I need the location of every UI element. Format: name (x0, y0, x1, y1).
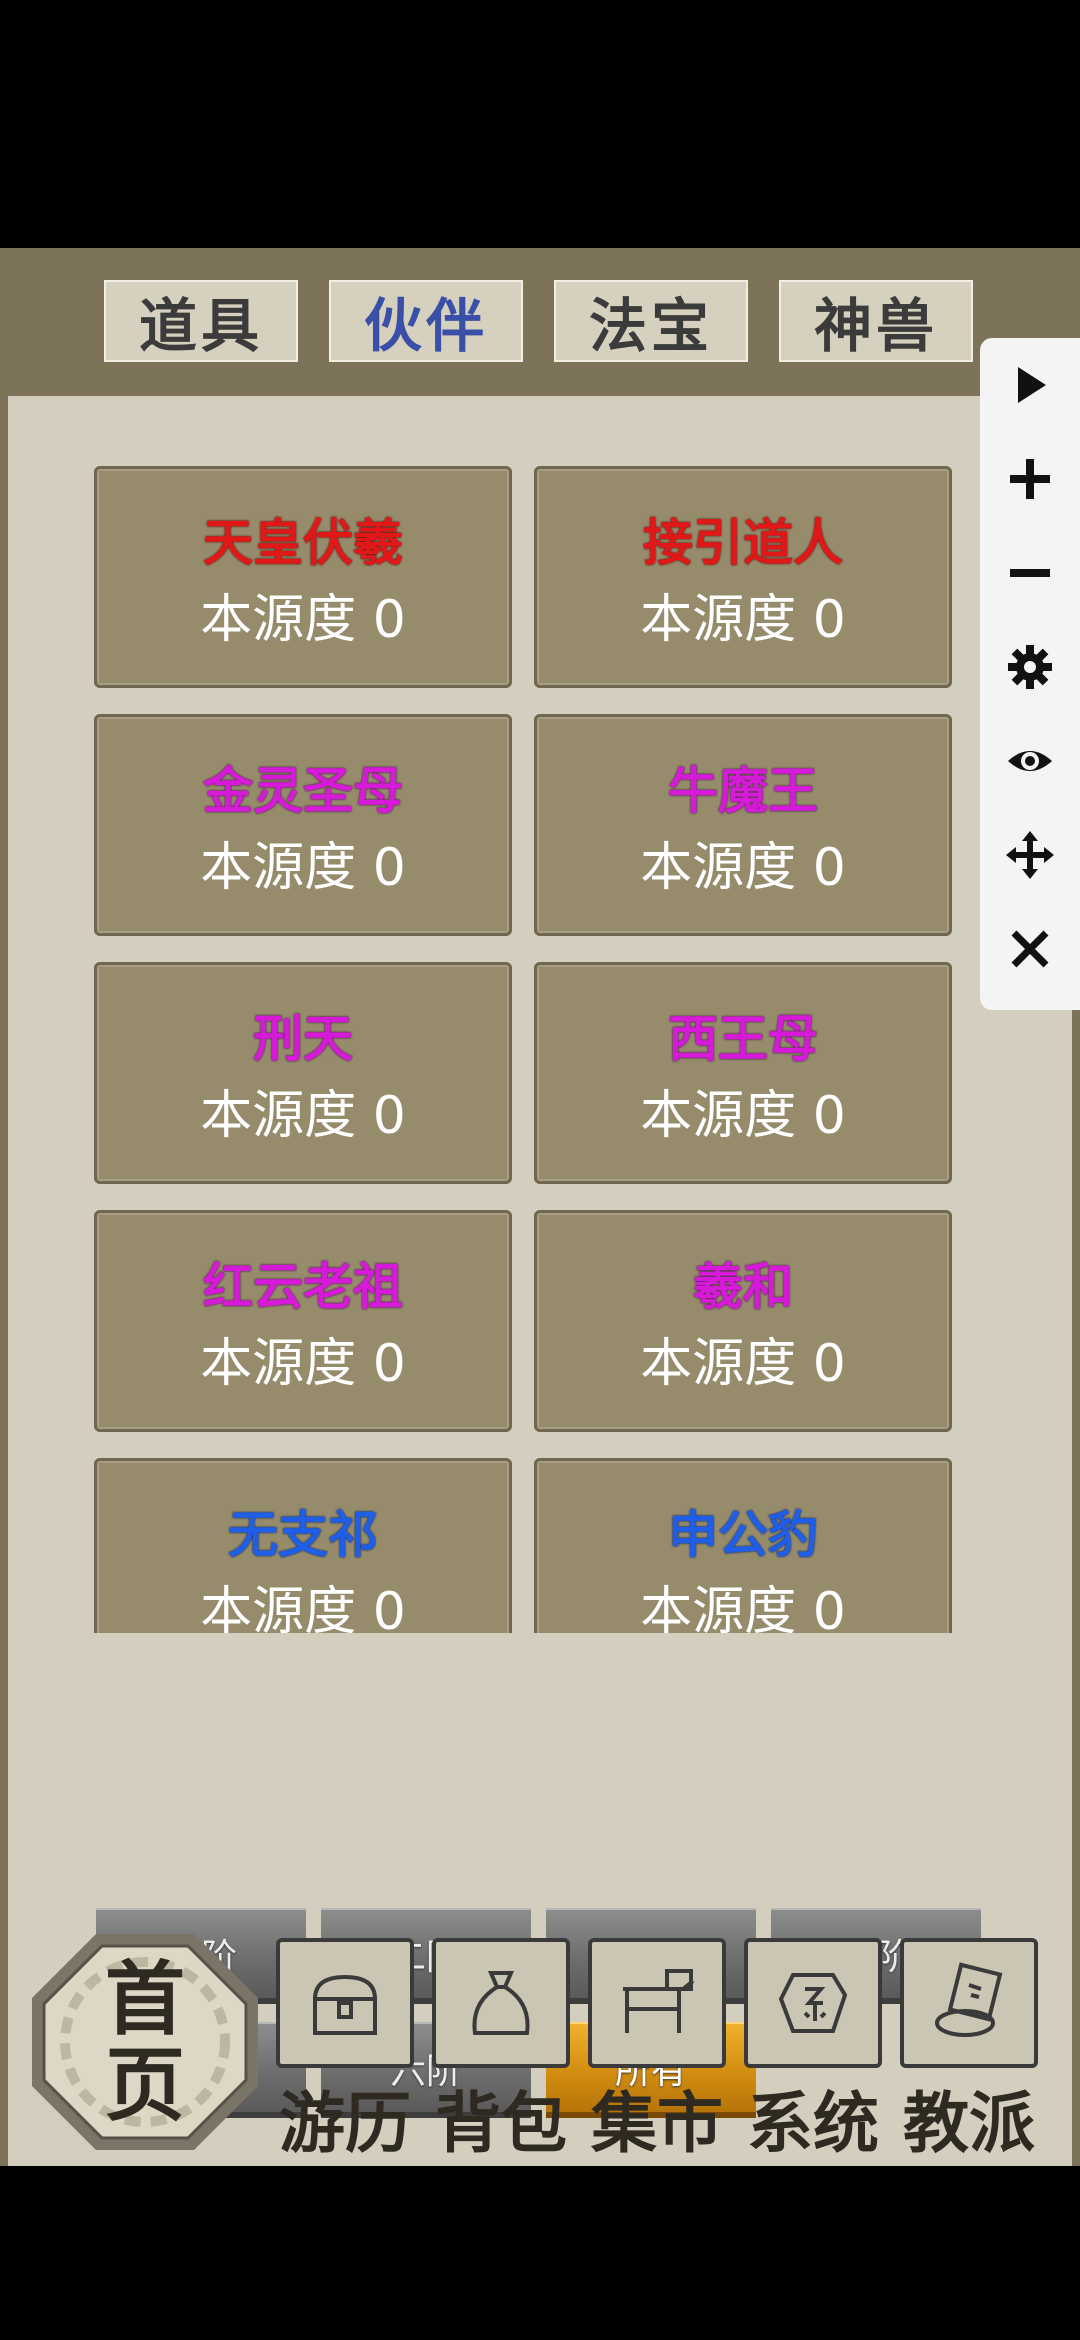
category-tabs: 道具 伙伴 法宝 神兽 (0, 248, 1080, 396)
partner-origin-value: 本源度 0 (200, 838, 406, 898)
partner-origin-value: 本源度 0 (640, 590, 846, 650)
partner-name: 红云老祖 (203, 1257, 403, 1316)
chest-icon[interactable] (276, 1938, 414, 2068)
app-screen: 道具 伙伴 法宝 神兽 天皇伏羲 本源度 0 接引道人 本源度 0 金灵圣母 本… (0, 248, 1080, 2166)
partner-origin-value: 本源度 0 (640, 838, 846, 898)
partner-card[interactable]: 金灵圣母 本源度 0 (94, 714, 512, 936)
close-icon[interactable] (980, 902, 1080, 996)
partner-card[interactable]: 红云老祖 本源度 0 (94, 1210, 512, 1432)
home-label: 首 页 (52, 1952, 238, 2132)
floating-toolbar (980, 338, 1080, 1010)
partner-card[interactable]: 西王母 本源度 0 (534, 962, 952, 1184)
partner-origin-value: 本源度 0 (200, 1086, 406, 1146)
partner-origin-value: 本源度 0 (200, 590, 406, 650)
tab-partners[interactable]: 伙伴 (329, 280, 523, 362)
partner-name: 西王母 (668, 1009, 818, 1068)
partner-grid[interactable]: 天皇伏羲 本源度 0 接引道人 本源度 0 金灵圣母 本源度 0 牛魔王 本源度… (8, 396, 1072, 1633)
partner-card[interactable]: 接引道人 本源度 0 (534, 466, 952, 688)
partner-name: 刑天 (253, 1009, 353, 1068)
zoom-in-icon[interactable] (980, 432, 1080, 526)
nav-label-bag[interactable]: 背包 (421, 2070, 581, 2166)
partner-card[interactable]: 刑天 本源度 0 (94, 962, 512, 1184)
partner-name: 天皇伏羲 (203, 513, 403, 572)
home-button[interactable]: 首 页 (30, 1932, 260, 2152)
partner-name: 金灵圣母 (203, 761, 403, 820)
tab-treasures[interactable]: 法宝 (554, 280, 748, 362)
nav-label-travel[interactable]: 游历 (265, 2070, 425, 2166)
partner-name: 牛魔王 (668, 761, 818, 820)
partner-origin-value: 本源度 0 (640, 1086, 846, 1146)
system-seal-icon[interactable] (744, 1938, 882, 2068)
sect-book-icon[interactable] (900, 1938, 1038, 2068)
gear-icon[interactable] (980, 620, 1080, 714)
market-stall-icon[interactable] (588, 1938, 726, 2068)
partner-panel: 天皇伏羲 本源度 0 接引道人 本源度 0 金灵圣母 本源度 0 牛魔王 本源度… (8, 396, 1072, 2166)
zoom-out-icon[interactable] (980, 526, 1080, 620)
partner-origin-value: 本源度 0 (200, 1334, 406, 1394)
nav-label-market[interactable]: 集市 (577, 2070, 737, 2166)
partner-card[interactable]: 羲和 本源度 0 (534, 1210, 952, 1432)
home-label-line1: 首 (105, 1952, 185, 2046)
partner-name: 接引道人 (643, 513, 843, 572)
eye-icon[interactable] (980, 714, 1080, 808)
nav-label-system[interactable]: 系统 (733, 2070, 893, 2166)
partner-origin-value: 本源度 0 (640, 1334, 846, 1394)
home-label-line2: 页 (105, 2038, 185, 2132)
bottom-navigation: 首 页 游历 背包 集市 系统 教派 (0, 1922, 1080, 2166)
play-icon[interactable] (980, 338, 1080, 432)
partner-card[interactable]: 天皇伏羲 本源度 0 (94, 466, 512, 688)
partner-name: 无支祁 (228, 1505, 378, 1564)
move-icon[interactable] (980, 808, 1080, 902)
partner-origin-value: 本源度 0 (200, 1582, 406, 1633)
partner-origin-value: 本源度 0 (640, 1582, 846, 1633)
partner-card[interactable]: 牛魔王 本源度 0 (534, 714, 952, 936)
partner-card[interactable]: 无支祁 本源度 0 (94, 1458, 512, 1633)
tab-beasts[interactable]: 神兽 (779, 280, 973, 362)
nav-label-sect[interactable]: 教派 (889, 2070, 1049, 2166)
tab-items[interactable]: 道具 (104, 280, 298, 362)
partner-name: 申公豹 (668, 1505, 818, 1564)
partner-card[interactable]: 申公豹 本源度 0 (534, 1458, 952, 1633)
bag-icon[interactable] (432, 1938, 570, 2068)
partner-name: 羲和 (693, 1257, 793, 1316)
